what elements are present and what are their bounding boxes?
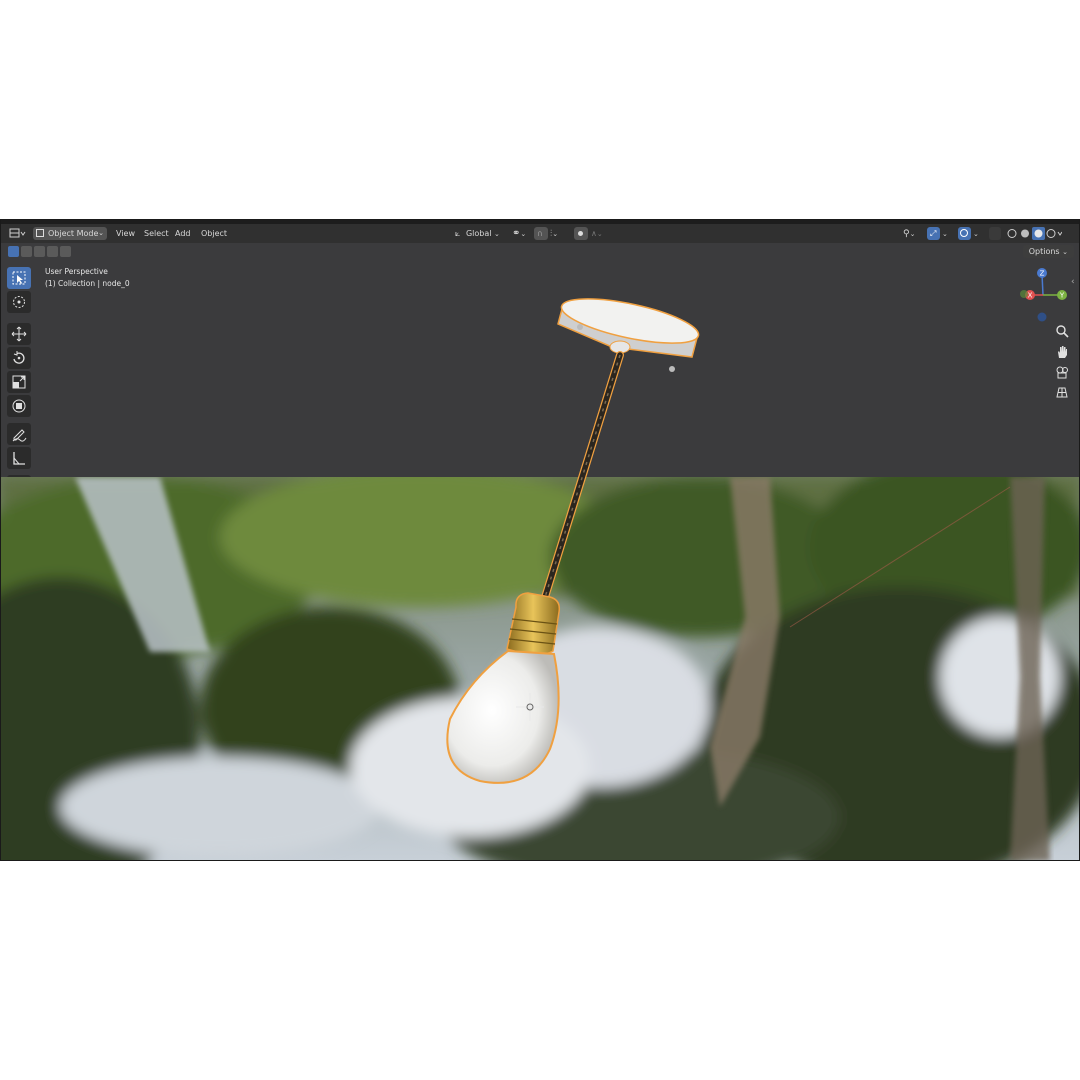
sidebar-toggle-icon[interactable]: ‹ [1071, 277, 1075, 287]
chevron-down-icon: ⌄ [1062, 248, 1068, 256]
shading-modes[interactable] [1006, 224, 1063, 243]
overlays-toggle[interactable] [958, 227, 971, 240]
chevron-down-icon: ⌄ [520, 230, 527, 238]
gizmo-toggle[interactable]: ⤢ [927, 227, 940, 240]
tool-scale[interactable] [7, 371, 31, 393]
shading-icons [1007, 227, 1063, 240]
tool-measure[interactable] [7, 447, 31, 469]
transform-icon [12, 399, 26, 413]
chevron-down-icon: ⌄ [596, 230, 603, 238]
select-subtract-button[interactable] [34, 246, 45, 257]
tool-cursor[interactable] [7, 291, 31, 313]
pan-button[interactable] [1053, 343, 1071, 361]
chevron-down-icon: ⌄ [909, 230, 916, 238]
ortho-toggle-button[interactable] [1053, 383, 1071, 401]
mode-label: Object Mode [48, 229, 99, 238]
viewport-header: Object Mode ⌄ View Select Add Object ⟀ G… [0, 224, 1080, 243]
orientation-label: Global [465, 229, 492, 238]
editor-type-button[interactable] [8, 224, 26, 243]
tool-select-box[interactable] [7, 267, 31, 289]
proportional-edit-toggle[interactable] [574, 227, 588, 240]
visibility-dropdown[interactable]: ⚲⌄ [903, 224, 915, 243]
select-difference-button[interactable] [47, 246, 58, 257]
chevron-down-icon: ⌄ [942, 230, 948, 238]
z-axis-label: Z [1040, 270, 1045, 278]
tool-rotate[interactable] [7, 347, 31, 369]
x-axis-label: X [1028, 292, 1033, 300]
select-box-icon [12, 271, 26, 285]
options-label: Options [1028, 247, 1060, 256]
overlays-dropdown[interactable]: ⌄ [973, 224, 979, 243]
options-button[interactable]: Options ⌄ [1022, 245, 1074, 258]
viewport-info: User Perspective (1) Collection | node_0 [45, 266, 130, 290]
menu-object[interactable]: Object [201, 224, 227, 243]
menu-select[interactable]: Select [144, 224, 169, 243]
chevron-down-icon: ⌄ [973, 230, 979, 238]
tool-move[interactable] [7, 323, 31, 345]
select-intersect-button[interactable] [60, 246, 71, 257]
pivot-point-dropdown[interactable]: ⚭⌄ [512, 224, 526, 243]
pendant-lamp-object[interactable] [430, 289, 720, 789]
select-new-button[interactable] [8, 246, 19, 257]
snap-toggle[interactable]: ∩ [534, 227, 548, 240]
camera-icon [1056, 366, 1068, 379]
object-mode-icon [36, 229, 44, 237]
tool-annotate[interactable] [7, 423, 31, 445]
grid-icon [1056, 387, 1068, 398]
cursor-icon [13, 296, 25, 308]
annotate-pencil-icon [12, 429, 27, 442]
blender-window: Object Mode ⌄ View Select Add Object ⟀ G… [0, 219, 1080, 861]
scale-icon [12, 375, 26, 389]
chevron-down-icon: ⌄ [552, 230, 559, 238]
gizmo-dropdown[interactable]: ⌄ [942, 224, 948, 243]
gizmo-icon: ⤢ [930, 229, 937, 238]
camera-view-button[interactable] [1053, 363, 1071, 381]
chevron-down-icon: ⌄ [98, 229, 104, 237]
chevron-down-icon: ⌄ [494, 230, 500, 238]
select-extend-button[interactable] [21, 246, 32, 257]
snap-target-dropdown[interactable]: ⫶⌄ [550, 224, 558, 243]
brass-socket [506, 592, 561, 656]
magnet-icon: ∩ [537, 229, 543, 238]
menu-view[interactable]: View [116, 224, 135, 243]
light-bulb [446, 649, 560, 784]
rotate-icon [13, 351, 25, 364]
zoom-icon [1056, 325, 1069, 338]
proportional-edit-icon [578, 231, 583, 236]
ceiling-canopy [557, 298, 700, 372]
overlays-icon [960, 229, 968, 237]
orientation-icon: ⟀ [455, 229, 461, 239]
hand-icon [1058, 346, 1067, 358]
tool-transform[interactable] [7, 395, 31, 417]
neg-y-axis-icon[interactable] [1020, 290, 1028, 298]
collection-label: (1) Collection | node_0 [45, 279, 130, 288]
move-icon [11, 326, 27, 342]
y-axis-label: Y [1059, 292, 1065, 300]
navigation-gizmo[interactable]: Z Y X [1015, 265, 1073, 323]
xray-toggle[interactable] [989, 227, 1001, 240]
menu-add[interactable]: Add [175, 224, 191, 243]
transform-orientation-dropdown[interactable]: ⟀ Global ⌄ [455, 224, 500, 243]
editor-type-icon [9, 228, 26, 238]
falloff-dropdown[interactable]: ∧⌄ [591, 224, 603, 243]
neg-z-axis-icon[interactable] [1037, 312, 1047, 322]
measure-icon [13, 452, 25, 465]
view-object-types-icon: ⚲ [903, 229, 910, 239]
perspective-label: User Perspective [45, 267, 108, 276]
zoom-button[interactable] [1053, 322, 1071, 340]
mode-dropdown[interactable]: Object Mode ⌄ [33, 227, 107, 240]
